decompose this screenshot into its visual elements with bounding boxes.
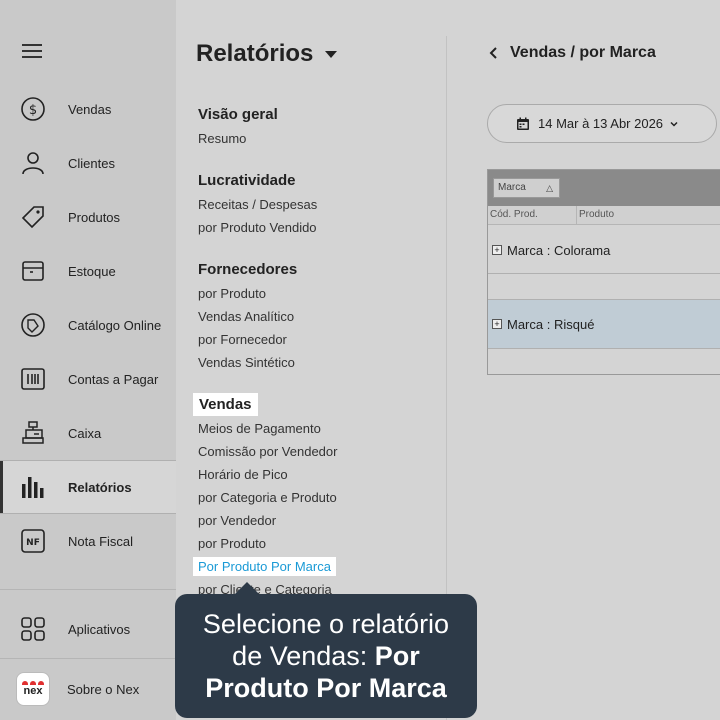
expand-plus-icon[interactable]: + [492, 245, 502, 255]
tooltip-line-2-plain: de Vendas: [232, 641, 375, 671]
group-row-label: Marca : Risqué [507, 316, 595, 332]
date-range-text: 14 Mar à 13 Abr 2026 [538, 116, 664, 131]
column-separator [576, 206, 577, 224]
apps-grid-icon [20, 616, 46, 642]
sidebar-item-label: Estoque [68, 263, 116, 279]
sidebar-item-label: Catálogo Online [68, 317, 162, 333]
report-link-resumo[interactable]: Resumo [198, 131, 246, 146]
sidebar: $ Vendas Clientes Produtos Estoque Catál… [0, 0, 176, 720]
section-heading-lucratividade: Lucratividade [198, 172, 296, 189]
sidebar-item-label: Vendas [68, 101, 112, 117]
sidebar-item-caixa[interactable]: Caixa [0, 406, 176, 460]
tooltip-line-3-bold: Produto Por Marca [205, 673, 447, 703]
nex-logo: nex [16, 672, 50, 706]
group-row[interactable]: + Marca : Colorama [488, 226, 720, 274]
tag-icon [20, 204, 46, 230]
report-link-vendas-analitico[interactable]: Vendas Analítico [198, 309, 294, 324]
reports-menu-title[interactable]: Relatórios [196, 40, 338, 68]
sidebar-item-label: Relatórios [68, 479, 132, 495]
bar-chart-icon [20, 474, 46, 500]
sidebar-item-label: Sobre o Nex [67, 681, 140, 697]
report-link-vendas-sintetico[interactable]: Vendas Sintético [198, 355, 295, 370]
page-title: Relatórios [196, 40, 314, 67]
register-icon [20, 420, 46, 446]
sidebar-item-relatorios[interactable]: Relatórios [0, 460, 176, 514]
tooltip-line-2-bold: Por [374, 641, 420, 671]
nf-icon: NF [20, 528, 46, 554]
group-chip-label: Marca [498, 182, 526, 193]
sidebar-item-aplicativos[interactable]: Aplicativos [0, 602, 176, 656]
caret-down-icon [325, 50, 338, 58]
sidebar-item-label: Aplicativos [68, 621, 131, 637]
chevron-down-icon [670, 121, 678, 127]
section-heading-vendas: Vendas [193, 393, 258, 416]
hamburger-menu-icon[interactable] [22, 44, 44, 62]
sidebar-item-estoque[interactable]: Estoque [0, 244, 176, 298]
report-link-por-fornecedor[interactable]: por Fornecedor [198, 332, 287, 347]
tooltip-line-3: Produto Por Marca [175, 672, 477, 704]
back-arrow-icon[interactable] [487, 44, 501, 62]
user-icon [20, 150, 46, 176]
sidebar-item-label: Contas a Pagar [68, 371, 159, 387]
sidebar-item-catalogo-online[interactable]: Catálogo Online [0, 298, 176, 352]
sidebar-divider [0, 658, 176, 659]
breadcrumb: Vendas / por Marca [510, 44, 656, 61]
report-link-vendas-por-produto[interactable]: por Produto [198, 536, 266, 551]
report-content: Vendas / por Marca 14 Mar à 13 Abr 2026 … [447, 0, 720, 720]
sort-asc-icon: △ [546, 183, 553, 193]
sidebar-item-label: Caixa [68, 425, 102, 441]
report-link-horario-de-pico[interactable]: Horário de Pico [198, 467, 288, 482]
tooltip-line-2: de Vendas: Por [175, 640, 477, 672]
sidebar-item-contas-a-pagar[interactable]: Contas a Pagar [0, 352, 176, 406]
sidebar-divider [0, 589, 176, 590]
sidebar-item-label: Nota Fiscal [68, 533, 134, 549]
group-row[interactable]: + Marca : Risqué [488, 300, 720, 348]
report-link-por-produto-por-marca[interactable]: Por Produto Por Marca [193, 557, 336, 576]
expand-plus-icon[interactable]: + [492, 319, 502, 329]
column-header-cod-prod[interactable]: Cód. Prod. [490, 209, 538, 220]
sidebar-item-clientes[interactable]: Clientes [0, 136, 176, 190]
column-header-produto[interactable]: Produto [579, 209, 614, 220]
report-link-meios-de-pagamento[interactable]: Meios de Pagamento [198, 421, 321, 436]
box-icon [20, 258, 46, 284]
nf-badge-text: NF [26, 538, 40, 548]
dollar-circle-icon: $ [20, 96, 46, 122]
calendar-icon [517, 117, 529, 130]
column-headers: Cód. Prod. Produto [488, 206, 720, 225]
group-panel: Marca △ [488, 170, 720, 206]
report-link-receitas-despesas[interactable]: Receitas / Despesas [198, 197, 317, 212]
sidebar-item-nota-fiscal[interactable]: NF Nota Fiscal [0, 514, 176, 568]
report-link-fornecedor-por-produto[interactable]: por Produto [198, 286, 266, 301]
catalog-icon [20, 312, 46, 338]
report-grid: Marca △ Cód. Prod. Produto + Marca : Col… [487, 169, 720, 375]
group-row-label: Marca : Colorama [507, 242, 611, 258]
report-link-por-produto-vendido[interactable]: por Produto Vendido [198, 220, 317, 235]
barcode-icon [20, 366, 46, 392]
report-link-comissao-por-vendedor[interactable]: Comissão por Vendedor [198, 444, 337, 459]
section-heading-fornecedores: Fornecedores [198, 261, 298, 278]
nex-logo-text: nex [23, 685, 43, 697]
row-separator [488, 348, 720, 349]
group-by-chip[interactable]: Marca △ [493, 178, 560, 198]
report-link-por-vendedor[interactable]: por Vendedor [198, 513, 276, 528]
section-heading-visao-geral: Visão geral [198, 106, 278, 123]
sidebar-item-label: Produtos [68, 209, 121, 225]
sidebar-item-label: Clientes [68, 155, 115, 171]
sidebar-item-produtos[interactable]: Produtos [0, 190, 176, 244]
instruction-tooltip: Selecione o relatório de Vendas: Por Pro… [175, 582, 477, 718]
report-link-por-categoria-e-produto[interactable]: por Categoria e Produto [198, 490, 337, 505]
row-separator [488, 273, 720, 274]
svg-text:$: $ [29, 103, 37, 118]
sidebar-item-vendas[interactable]: $ Vendas [0, 82, 176, 136]
sidebar-item-sobre[interactable]: nex Sobre o Nex [0, 662, 176, 716]
date-range-picker[interactable]: 14 Mar à 13 Abr 2026 [487, 104, 717, 143]
tooltip-line-1: Selecione o relatório [202, 609, 450, 639]
